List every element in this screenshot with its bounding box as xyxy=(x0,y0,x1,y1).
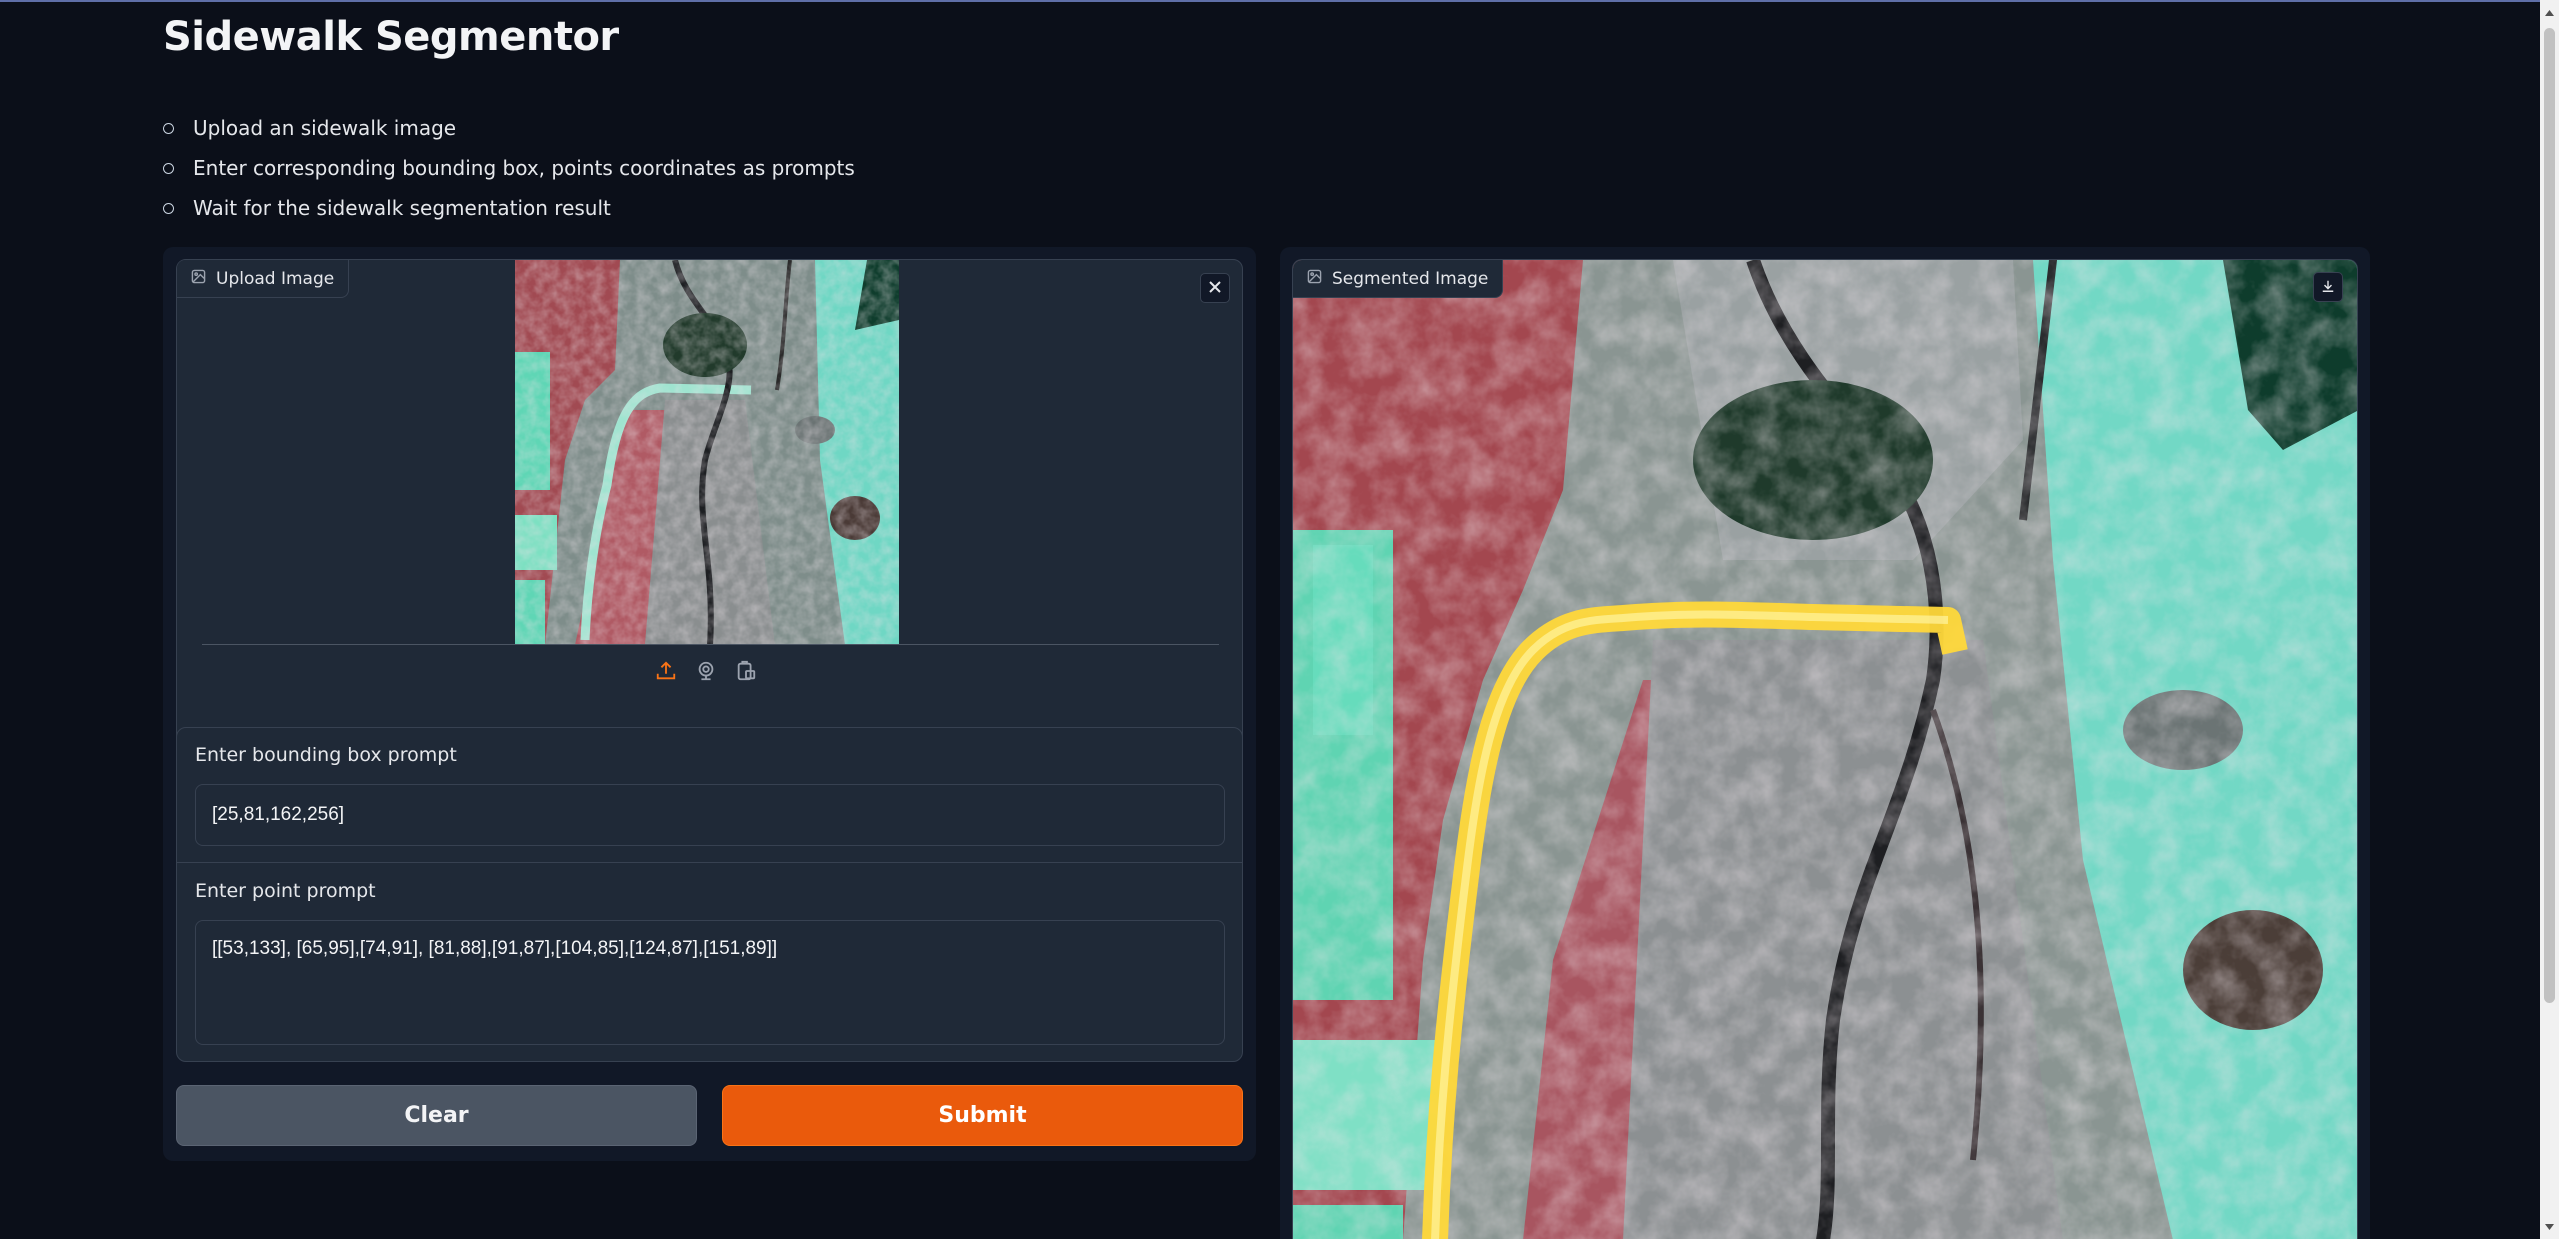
close-icon xyxy=(1208,279,1222,298)
download-button[interactable] xyxy=(2313,272,2343,302)
instruction-item: Upload an sidewalk image xyxy=(163,112,855,152)
page-scrollbar[interactable] xyxy=(2540,0,2559,1239)
scroll-up-arrow[interactable] xyxy=(2540,4,2559,21)
segmented-image-component: Segmented Image xyxy=(1292,259,2358,1239)
top-border xyxy=(0,0,2559,2)
point-prompt-label: Enter point prompt xyxy=(195,880,376,902)
segmented-image xyxy=(1293,260,2357,1239)
webcam-icon[interactable] xyxy=(693,658,719,684)
upload-image-label: Upload Image xyxy=(177,260,350,298)
instruction-item: Enter corresponding bounding box, points… xyxy=(163,152,855,192)
instructions-list: Upload an sidewalk image Enter correspon… xyxy=(163,112,855,232)
upload-icon[interactable] xyxy=(653,658,679,684)
instruction-item: Wait for the sidewalk segmentation resul… xyxy=(163,192,855,232)
point-prompt-textarea[interactable]: [[53,133], [65,95],[74,91], [81,88],[91,… xyxy=(195,920,1225,1045)
input-panel: Upload Image Enter bounding box prompt [… xyxy=(163,247,1256,1161)
bbox-prompt-label: Enter bounding box prompt xyxy=(195,744,457,766)
clear-image-button[interactable] xyxy=(1200,273,1230,303)
page-title: Sidewalk Segmentor xyxy=(163,14,619,60)
segmented-image-label: Segmented Image xyxy=(1293,260,1504,298)
clear-button[interactable]: Clear xyxy=(176,1085,697,1146)
clipboard-icon[interactable] xyxy=(733,658,759,684)
output-panel: Segmented Image xyxy=(1280,247,2370,1239)
upload-image-label-text: Upload Image xyxy=(216,268,335,289)
uploaded-image-preview xyxy=(515,260,899,645)
image-source-selector xyxy=(653,658,759,684)
bbox-prompt-input[interactable]: [25,81,162,256] xyxy=(195,784,1225,846)
image-divider xyxy=(202,644,1219,645)
image-icon xyxy=(1307,269,1322,289)
image-icon xyxy=(191,269,206,289)
scroll-down-arrow[interactable] xyxy=(2540,1218,2559,1235)
download-icon xyxy=(2321,278,2335,297)
submit-button[interactable]: Submit xyxy=(722,1085,1243,1146)
segmented-image-label-text: Segmented Image xyxy=(1332,268,1489,289)
scroll-thumb[interactable] xyxy=(2544,28,2555,1003)
prompts-form: Enter bounding box prompt [25,81,162,256… xyxy=(176,727,1243,1062)
form-divider xyxy=(177,862,1242,863)
